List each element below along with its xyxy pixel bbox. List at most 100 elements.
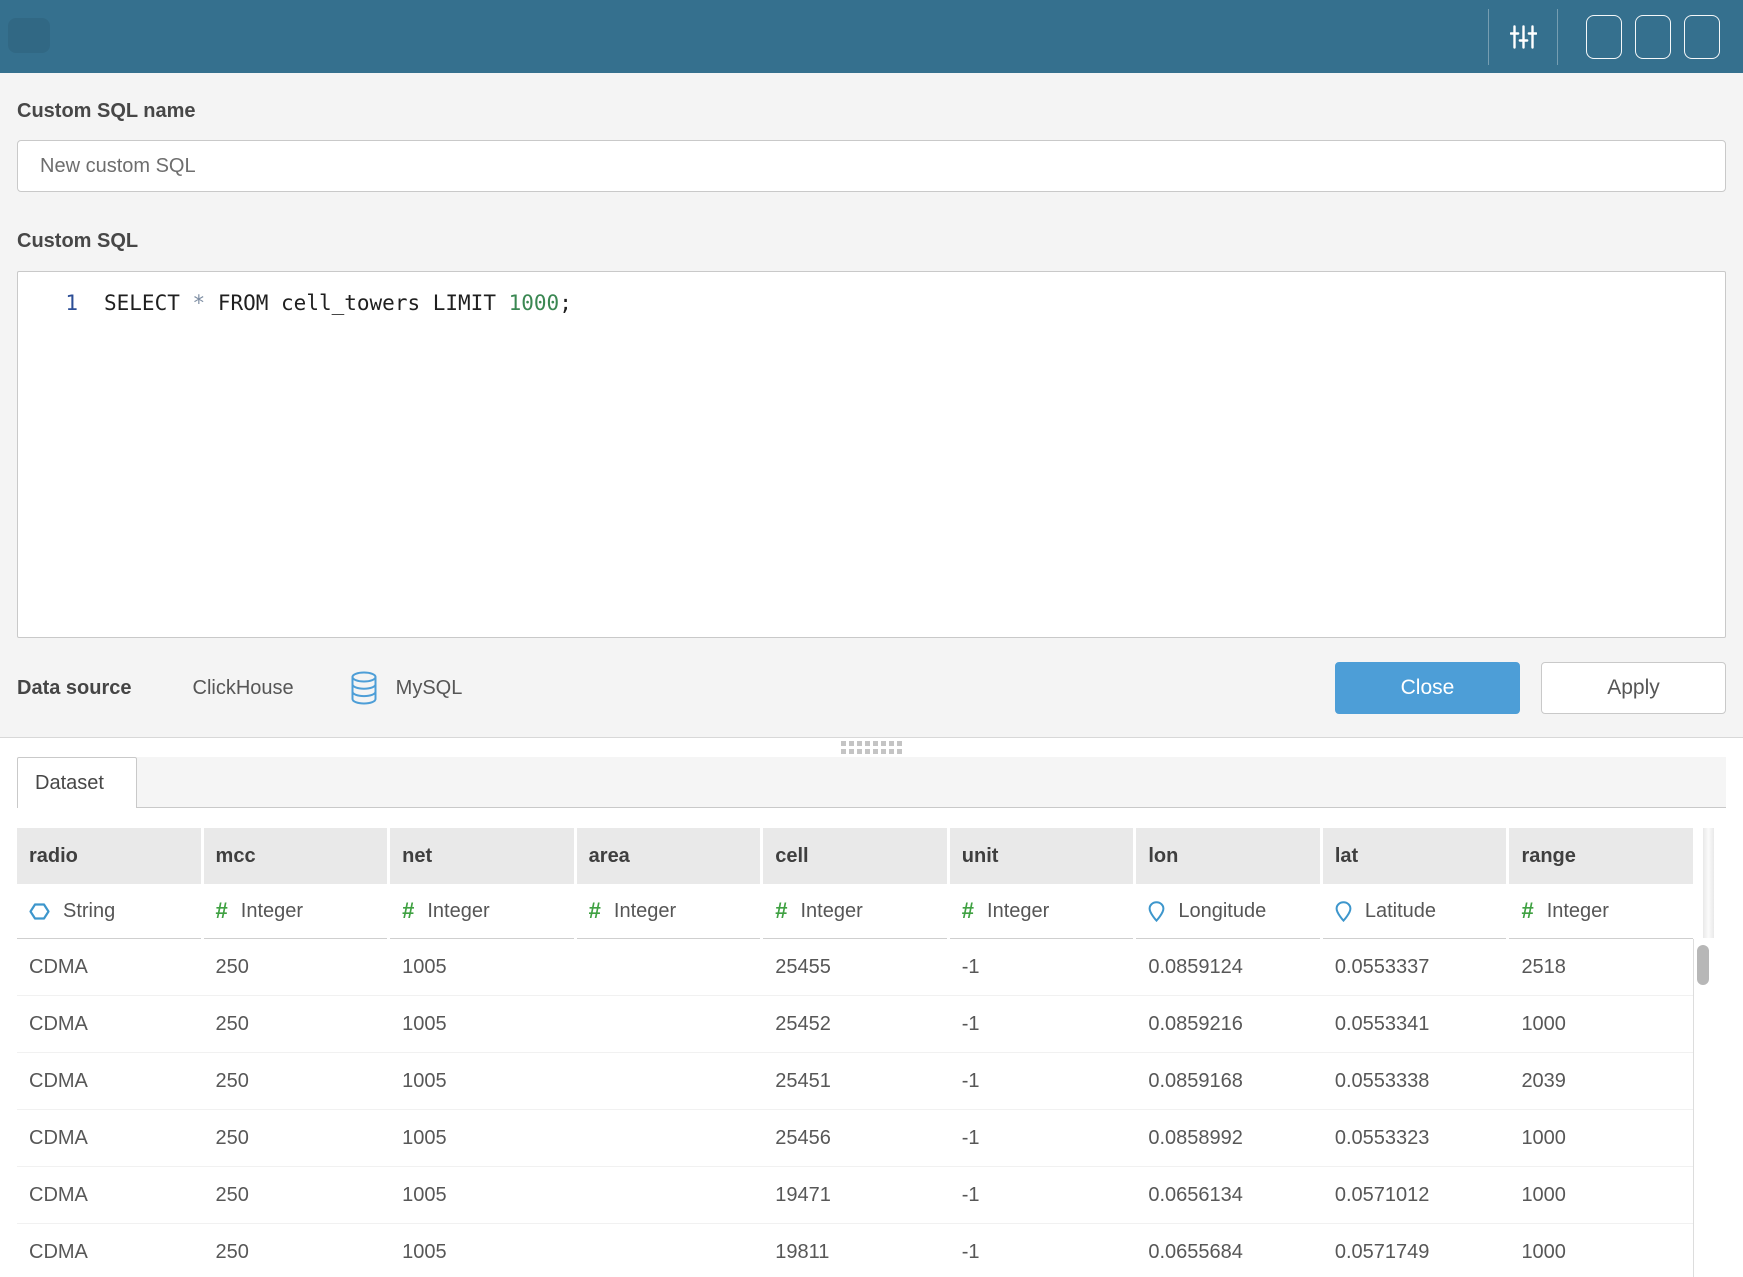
- column-type-area: # Integer: [577, 884, 761, 939]
- topbar: [0, 0, 1743, 73]
- preview-table-area: radio mcc net area cell unit lon lat ran…: [17, 828, 1726, 1277]
- sql-token-star: *: [193, 291, 206, 315]
- table-row: CDMA 250 1005 25456 -1 0.0858992 0.05533…: [17, 1109, 1693, 1166]
- table-type-row: String # Integer # Integer # Integer # I…: [17, 884, 1693, 939]
- column-header-unit[interactable]: unit: [950, 828, 1134, 884]
- cell-range: 2518: [1509, 939, 1693, 995]
- cell-area: [577, 939, 761, 995]
- column-header-lat[interactable]: lat: [1323, 828, 1507, 884]
- column-type-cell: # Integer: [763, 884, 947, 939]
- pane-resize-handle[interactable]: [0, 737, 1743, 757]
- integer-type-icon: #: [962, 898, 974, 924]
- table-row: CDMA 250 1005 25452 -1 0.0859216 0.05533…: [17, 995, 1693, 1052]
- cell-lat: 0.0553338: [1323, 1053, 1507, 1109]
- column-header-range[interactable]: range: [1509, 828, 1693, 884]
- column-type-net: # Integer: [390, 884, 574, 939]
- cell-unit: -1: [950, 1110, 1134, 1166]
- cell-radio: CDMA: [17, 1110, 201, 1166]
- integer-type-icon: #: [1521, 898, 1533, 924]
- cell-area: [577, 1224, 761, 1277]
- column-header-area[interactable]: area: [577, 828, 761, 884]
- cell-net: 1005: [390, 1110, 574, 1166]
- dataset-preview-pane: Dataset radio mcc net area cell unit lon…: [0, 757, 1743, 1277]
- cell-unit: -1: [950, 996, 1134, 1052]
- data-source-option-mysql[interactable]: MySQL: [350, 671, 463, 705]
- column-type-label: Latitude: [1365, 900, 1436, 923]
- cell-mcc: 250: [204, 939, 388, 995]
- clickhouse-option-label: ClickHouse: [193, 677, 294, 700]
- cell-mcc: 250: [204, 1053, 388, 1109]
- cell-lat: 0.0571012: [1323, 1167, 1507, 1223]
- cell-area: [577, 996, 761, 1052]
- integer-type-icon: #: [402, 898, 414, 924]
- column-type-label: Integer: [800, 900, 862, 923]
- column-type-label: String: [63, 900, 115, 923]
- apply-button[interactable]: Apply: [1541, 662, 1726, 714]
- table-header-row: radio mcc net area cell unit lon lat ran…: [17, 828, 1693, 884]
- cell-area: [577, 1053, 761, 1109]
- table-vertical-scrollbar[interactable]: [1693, 828, 1726, 1277]
- topbar-separator: [1488, 9, 1489, 65]
- tab-dataset[interactable]: Dataset: [17, 757, 137, 808]
- string-type-icon: [29, 903, 50, 920]
- editor-line-number: 1: [18, 288, 104, 637]
- preview-table: radio mcc net area cell unit lon lat ran…: [17, 828, 1693, 1277]
- close-button[interactable]: Close: [1335, 662, 1520, 714]
- topbar-actions: [1586, 15, 1720, 59]
- custom-sql-name-input[interactable]: [17, 140, 1726, 192]
- mysql-option-label: MySQL: [396, 677, 463, 700]
- database-icon: [350, 671, 378, 705]
- settings-button[interactable]: [1503, 17, 1543, 57]
- column-type-label: Longitude: [1178, 900, 1266, 923]
- integer-type-icon: #: [216, 898, 228, 924]
- integer-type-icon: #: [775, 898, 787, 924]
- cell-lon: 0.0858992: [1136, 1110, 1320, 1166]
- topbar-action-button[interactable]: [1635, 15, 1671, 59]
- topbar-menu-shade: [8, 18, 50, 53]
- sql-editor[interactable]: 1 SELECT * FROM cell_towers LIMIT 1000;: [17, 271, 1726, 638]
- table-row: CDMA 250 1005 25455 -1 0.0859124 0.05533…: [17, 939, 1693, 995]
- tabstrip: Dataset: [17, 757, 1726, 808]
- cell-mcc: 250: [204, 996, 388, 1052]
- cell-unit: -1: [950, 1167, 1134, 1223]
- scrollbar-thumb[interactable]: [1697, 945, 1709, 985]
- cell-lat: 0.0553341: [1323, 996, 1507, 1052]
- cell-lon: 0.0859124: [1136, 939, 1320, 995]
- tabstrip-filler: [137, 757, 1726, 808]
- cell-range: 1000: [1509, 1224, 1693, 1277]
- sql-code-line: SELECT * FROM cell_towers LIMIT 1000;: [104, 288, 572, 637]
- cell-net: 1005: [390, 939, 574, 995]
- cell-mcc: 250: [204, 1224, 388, 1277]
- column-type-label: Integer: [1547, 900, 1609, 923]
- scrollbar-track-shade: [1703, 828, 1714, 938]
- cell-net: 1005: [390, 1167, 574, 1223]
- cell-mcc: 250: [204, 1167, 388, 1223]
- cell-cell: 25456: [763, 1110, 947, 1166]
- topbar-action-button[interactable]: [1586, 15, 1622, 59]
- topbar-action-button[interactable]: [1684, 15, 1720, 59]
- column-header-net[interactable]: net: [390, 828, 574, 884]
- column-type-label: Integer: [987, 900, 1049, 923]
- cell-radio: CDMA: [17, 1167, 201, 1223]
- column-header-radio[interactable]: radio: [17, 828, 201, 884]
- cell-unit: -1: [950, 939, 1134, 995]
- table-row: CDMA 250 1005 19811 -1 0.0655684 0.05717…: [17, 1223, 1693, 1277]
- column-type-lon: Longitude: [1136, 884, 1320, 939]
- column-type-unit: # Integer: [950, 884, 1134, 939]
- column-type-radio: String: [17, 884, 201, 939]
- cell-lat: 0.0571749: [1323, 1224, 1507, 1277]
- column-header-mcc[interactable]: mcc: [204, 828, 388, 884]
- column-type-label: Integer: [241, 900, 303, 923]
- column-header-lon[interactable]: lon: [1136, 828, 1320, 884]
- cell-mcc: 250: [204, 1110, 388, 1166]
- cell-area: [577, 1110, 761, 1166]
- data-source-option-clickhouse[interactable]: ClickHouse: [193, 677, 294, 700]
- column-type-label: Integer: [614, 900, 676, 923]
- topbar-separator: [1557, 9, 1558, 65]
- sql-token: FROM cell_towers LIMIT: [205, 291, 508, 315]
- custom-sql-name-label: Custom SQL name: [17, 73, 1726, 123]
- cell-range: 2039: [1509, 1053, 1693, 1109]
- cell-cell: 25452: [763, 996, 947, 1052]
- column-header-cell[interactable]: cell: [763, 828, 947, 884]
- cell-unit: -1: [950, 1224, 1134, 1277]
